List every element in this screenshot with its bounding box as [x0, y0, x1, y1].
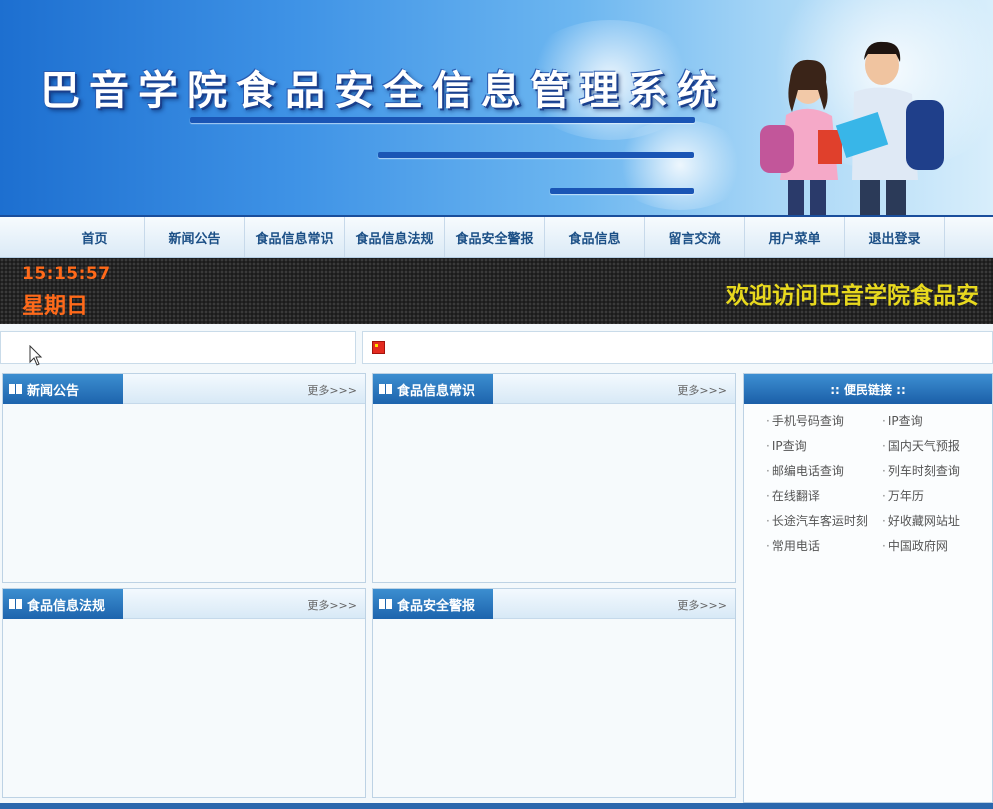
- convenience-links-panel: :: 便民链接 :: 手机号码查询 IP查询 IP查询 国内天气预报 邮编电话查…: [743, 373, 993, 803]
- nav-food-knowledge[interactable]: 食品信息常识: [245, 217, 345, 257]
- panel-food-regulations: 食品信息法规 更多>>>: [2, 588, 366, 798]
- panel-news: 新闻公告 更多>>>: [2, 373, 366, 583]
- footer-bar: [0, 803, 993, 809]
- info-bar-right: [362, 331, 993, 364]
- panel-food-knowledge: 食品信息常识 更多>>>: [372, 373, 736, 583]
- nav-food-regulations[interactable]: 食品信息法规: [345, 217, 445, 257]
- clock-time: 15:15:57: [22, 264, 111, 284]
- nav-food-safety-alerts[interactable]: 食品安全警报: [445, 217, 545, 257]
- convenience-links-title: :: 便民链接 ::: [744, 374, 992, 404]
- more-link[interactable]: 更多>>>: [677, 597, 727, 613]
- link-postcode[interactable]: 邮编电话查询: [766, 462, 844, 479]
- more-link[interactable]: 更多>>>: [307, 382, 357, 398]
- more-link[interactable]: 更多>>>: [677, 382, 727, 398]
- link-bookmarks[interactable]: 好收藏网站址: [882, 512, 960, 529]
- welcome-marquee: 欢迎访问巴音学院食品安: [726, 283, 979, 309]
- clock-weekday: 星期日: [22, 294, 89, 319]
- info-bar-left: [0, 331, 356, 364]
- main-nav: 首页 新闻公告 食品信息常识 食品信息法规 食品安全警报 食品信息 留言交流 用…: [0, 215, 993, 258]
- panel-title: 新闻公告: [27, 383, 80, 399]
- link-train-schedule[interactable]: 列车时刻查询: [882, 462, 960, 479]
- link-calendar[interactable]: 万年历: [882, 487, 924, 504]
- link-weather[interactable]: 国内天气预报: [882, 437, 960, 454]
- link-bus-schedule[interactable]: 长途汽车客运时刻: [766, 512, 868, 529]
- nav-home[interactable]: 首页: [45, 217, 145, 257]
- nav-logout[interactable]: 退出登录: [845, 217, 945, 257]
- book-icon: [9, 384, 22, 394]
- china-flag-icon: [372, 341, 385, 354]
- book-icon: [379, 384, 392, 394]
- book-icon: [379, 599, 392, 609]
- panel-title: 食品安全警报: [397, 598, 476, 614]
- more-link[interactable]: 更多>>>: [307, 597, 357, 613]
- led-display: 15:15:57 星期日 欢迎访问巴音学院食品安: [0, 258, 993, 324]
- nav-food-info[interactable]: 食品信息: [545, 217, 645, 257]
- book-icon: [9, 599, 22, 609]
- link-common-phones[interactable]: 常用电话: [766, 537, 820, 554]
- panel-title: 食品信息常识: [397, 383, 476, 399]
- header-banner: 巴音学院食品安全信息管理系统: [0, 0, 993, 215]
- site-title: 巴音学院食品安全信息管理系统: [40, 67, 726, 114]
- nav-news[interactable]: 新闻公告: [145, 217, 245, 257]
- link-translate[interactable]: 在线翻译: [766, 487, 820, 504]
- panel-title: 食品信息法规: [27, 598, 106, 614]
- panel-food-safety-alerts: 食品安全警报 更多>>>: [372, 588, 736, 798]
- students-illustration: [760, 41, 944, 215]
- link-gov-site[interactable]: 中国政府网: [882, 537, 948, 554]
- link-phone-lookup[interactable]: 手机号码查询: [766, 412, 844, 429]
- nav-message-board[interactable]: 留言交流: [645, 217, 745, 257]
- link-ip-lookup[interactable]: IP查询: [882, 412, 923, 429]
- link-ip-lookup-2[interactable]: IP查询: [766, 437, 807, 454]
- mouse-cursor-icon: [29, 345, 43, 366]
- nav-user-menu[interactable]: 用户菜单: [745, 217, 845, 257]
